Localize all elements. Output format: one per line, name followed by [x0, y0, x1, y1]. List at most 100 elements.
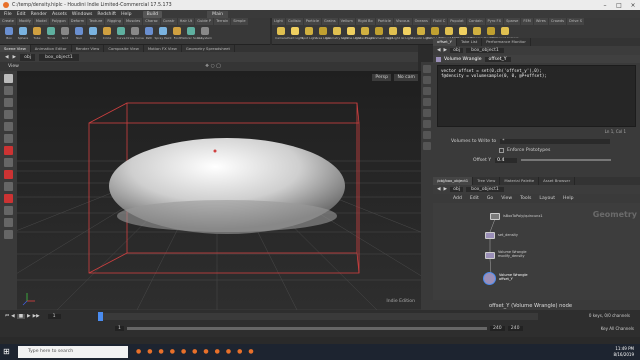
- param-path-box[interactable]: box_object1: [466, 48, 504, 53]
- shelf-right-tab-2[interactable]: Particle: [303, 18, 322, 25]
- minimize-button[interactable]: –: [598, 0, 612, 10]
- tab-tree-view[interactable]: Tree View: [473, 177, 501, 185]
- param-path-obj[interactable]: obj: [450, 48, 464, 53]
- forward-arrow-icon[interactable]: ▶: [444, 187, 448, 192]
- path-box-object[interactable]: box_object1: [39, 53, 79, 61]
- taskbar-search-box[interactable]: Type here to search: [18, 346, 128, 358]
- desktop-select[interactable]: Build: [142, 10, 163, 18]
- shelf-left-tab-10[interactable]: Hair Ut: [177, 18, 195, 25]
- shelf-left-tool-sphere[interactable]: Sphere: [17, 27, 29, 40]
- node-set-density[interactable]: [485, 232, 495, 239]
- no-cam-menu[interactable]: No cam: [394, 74, 418, 81]
- main-shelf-select[interactable]: Main: [207, 10, 229, 18]
- shelf-left-tab-2[interactable]: Model: [33, 18, 49, 25]
- net-menu-go[interactable]: Go: [487, 196, 493, 201]
- display-icon-8[interactable]: [423, 142, 431, 150]
- shelf-left-tool-curve[interactable]: Curve: [115, 27, 127, 40]
- select-tool-icon[interactable]: [4, 74, 13, 83]
- menu-windows[interactable]: Windows: [72, 12, 93, 17]
- shelf-left-tab-0[interactable]: Create: [0, 18, 16, 25]
- forward-arrow-icon[interactable]: ▶: [13, 55, 17, 60]
- node-name-field[interactable]: offset_Y: [484, 56, 511, 62]
- net-menu-tools[interactable]: Tools: [520, 196, 531, 201]
- net-menu-layout[interactable]: Layout: [539, 196, 555, 201]
- shelf-right-tool-environment-light[interactable]: Environment Light: [365, 27, 393, 40]
- start-icon[interactable]: ⊞: [3, 347, 10, 356]
- tab-render-view[interactable]: Render View: [72, 45, 105, 52]
- display-icon-4[interactable]: [423, 98, 431, 106]
- net-path-box[interactable]: box_object1: [466, 187, 504, 192]
- record-icon[interactable]: [4, 146, 13, 155]
- enforce-prototypes-checkbox[interactable]: [499, 148, 504, 153]
- shelf-right-tab-10[interactable]: Populat: [448, 18, 466, 25]
- shelf-right-tool-point-light[interactable]: Point Light: [287, 27, 303, 40]
- shelf-right-tool-camera[interactable]: Camera: [275, 27, 287, 40]
- net-path-obj[interactable]: obj: [450, 187, 464, 192]
- net-menu-add[interactable]: Add: [453, 196, 462, 201]
- tab-network-path[interactable]: /obj/box_object1: [433, 177, 474, 185]
- display-icon-1[interactable]: [423, 65, 431, 73]
- shelf-right-tab-9[interactable]: Fluid C: [430, 18, 448, 25]
- shelf-right-tab-17[interactable]: Drive S: [567, 18, 585, 25]
- shelf-left-tool-path[interactable]: Path: [143, 27, 155, 40]
- scale-tool-icon[interactable]: [4, 110, 13, 119]
- menu-edit[interactable]: Edit: [17, 12, 26, 17]
- display-options-icon[interactable]: [4, 206, 13, 215]
- shelf-left-tool-null[interactable]: Null: [73, 27, 85, 40]
- net-menu-view[interactable]: View: [501, 196, 512, 201]
- maximize-button[interactable]: □: [612, 0, 626, 10]
- shelf-left-tool-box[interactable]: Box: [3, 27, 15, 40]
- stop-button[interactable]: ■: [16, 313, 26, 319]
- forward-arrow-icon[interactable]: ▶: [444, 48, 448, 53]
- shelf-right-tab-7[interactable]: Viscous: [393, 18, 412, 25]
- tab-motion-fx-view[interactable]: Motion FX View: [144, 45, 182, 52]
- shelf-right-tool-spot-light[interactable]: Spot Light: [301, 27, 317, 40]
- shelf-left-tool-torus[interactable]: Torus: [45, 27, 57, 40]
- taskbar-app-icons[interactable]: ●●●●●●●●●●●: [136, 348, 260, 355]
- view-tool-icon[interactable]: [4, 158, 13, 167]
- menu-assets[interactable]: Assets: [52, 12, 67, 17]
- net-menu-edit[interactable]: Edit: [470, 196, 479, 201]
- end-frame-field-2[interactable]: 240: [507, 325, 523, 331]
- shelf-right-tab-13[interactable]: Sparse: [504, 18, 521, 25]
- range-slider[interactable]: [126, 326, 487, 330]
- menu-redshift[interactable]: Redshift: [97, 12, 116, 17]
- shelf-left-tab-9[interactable]: Constr: [160, 18, 177, 25]
- shelf-right-tab-4[interactable]: Vellum: [338, 18, 355, 25]
- geometry-icon[interactable]: [4, 218, 13, 227]
- shelf-left-tool-grid[interactable]: Grid: [59, 27, 71, 40]
- node-offset-y[interactable]: [483, 272, 496, 285]
- path-obj[interactable]: obj: [20, 53, 36, 61]
- shelf-left-tool-draw-curve[interactable]: Draw Curve: [126, 27, 144, 40]
- paint-tool-icon[interactable]: [4, 182, 13, 191]
- shelf-left-tab-1[interactable]: Modify: [16, 18, 33, 25]
- viewport-toolbar-icons[interactable]: ❖ ○ ◯: [205, 64, 221, 69]
- shelf-left-tool-tube[interactable]: Tube: [31, 27, 43, 40]
- shelf-left-tab-4[interactable]: Deform: [68, 18, 87, 25]
- shelf-right-tab-5[interactable]: Rigid Bo: [355, 18, 375, 25]
- offset-y-slider[interactable]: [521, 159, 612, 161]
- shelf-right-tab-11[interactable]: Contain: [466, 18, 485, 25]
- shelf-right-tab-16[interactable]: Crowds: [548, 18, 567, 25]
- node-modify-density[interactable]: [485, 252, 495, 259]
- volumes-to-write-field[interactable]: *: [500, 139, 611, 144]
- magnet-icon[interactable]: [4, 194, 13, 203]
- pose-tool-icon[interactable]: [4, 134, 13, 143]
- shelf-right-tab-0[interactable]: Light: [272, 18, 285, 25]
- tab-material-palette[interactable]: Material Palette: [500, 177, 540, 185]
- step-forward-button[interactable]: ▶▶: [33, 314, 40, 319]
- shelf-right-tab-12[interactable]: Pyro FX: [485, 18, 504, 25]
- shelf-left-tool-spray-paint[interactable]: Spray Paint: [154, 27, 172, 40]
- network-editor[interactable]: Geometry isBoxToPoly/quincunx1 set_densi…: [433, 203, 640, 300]
- shelf-right-tab-6[interactable]: Particle: [375, 18, 393, 25]
- shelf-right-tab-1[interactable]: Collisio: [285, 18, 303, 25]
- shelf-left-tool-circle[interactable]: Circle: [101, 27, 113, 40]
- tab-geometry-spreadsheet[interactable]: Geometry Spreadsheet: [182, 45, 235, 52]
- shelf-right-tab-3[interactable]: Grains: [322, 18, 338, 25]
- rotate-tool-icon[interactable]: [4, 98, 13, 107]
- vex-code-editor[interactable]: vector offset = set(0,ch('offset_y'),0);…: [437, 65, 636, 127]
- end-frame-field[interactable]: 240: [489, 325, 505, 331]
- shelf-right-tool-caustic-light[interactable]: Caustic Light: [411, 27, 431, 40]
- tab-take-list[interactable]: Take List: [457, 38, 483, 46]
- display-icon-3[interactable]: [423, 87, 431, 95]
